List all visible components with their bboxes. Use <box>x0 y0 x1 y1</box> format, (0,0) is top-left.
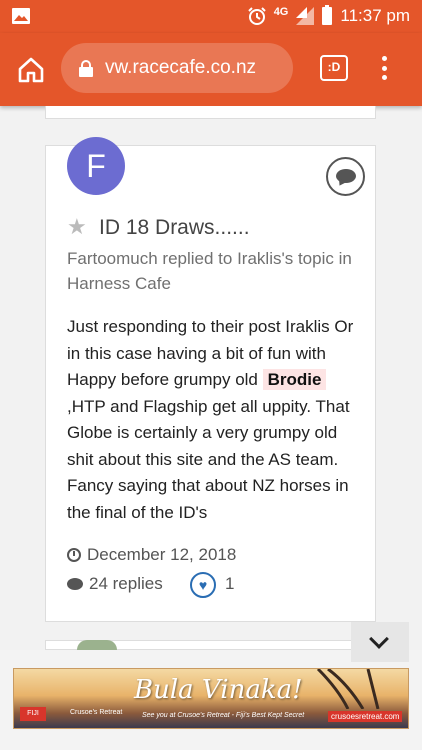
ad-headline: Bula Vinaka! <box>134 675 303 705</box>
network-type: 4G <box>273 6 289 18</box>
post-date: December 12, 2018 <box>67 545 236 565</box>
post-body-end: ,HTP and Flagship get all uppity. That G… <box>67 396 350 522</box>
previous-post-card <box>45 106 376 119</box>
image-icon <box>12 8 30 24</box>
avatar[interactable]: F <box>67 137 125 195</box>
palm-tree-icon <box>316 669 380 709</box>
replies-icon <box>67 578 83 590</box>
ad-logo: FIJI <box>20 707 46 721</box>
lock-icon <box>79 59 93 77</box>
battery-icon <box>322 5 333 25</box>
star-icon[interactable]: ★ <box>67 217 89 239</box>
collapse-ad-button[interactable] <box>351 622 409 662</box>
replies-count[interactable]: 24 replies <box>67 574 163 594</box>
post-meta: Fartoomuch replied to Iraklis's topic in… <box>67 249 352 293</box>
post-title[interactable]: ID 18 Draws...... <box>99 216 250 240</box>
browser-toolbar: vw.racecafe.co.nz :D <box>0 33 422 106</box>
post-body: Just responding to their post Iraklis Or… <box>67 314 367 526</box>
status-bar: 4G 11:37 pm <box>0 0 422 33</box>
heart-icon[interactable]: ♥ <box>190 572 216 598</box>
ad-brand: Crusoe's Retreat <box>70 709 123 716</box>
home-icon[interactable] <box>16 55 46 85</box>
alarm-icon <box>247 7 266 25</box>
address-bar[interactable]: vw.racecafe.co.nz <box>61 43 293 93</box>
mention-highlight[interactable]: Brodie <box>262 369 327 390</box>
next-avatar <box>77 640 117 650</box>
replies-text[interactable]: 24 replies <box>89 574 163 594</box>
ad-banner[interactable]: Bula Vinaka! FIJI Crusoe's Retreat See y… <box>13 668 409 729</box>
tab-switcher-button[interactable]: :D <box>320 55 348 81</box>
signal-icon <box>296 7 315 25</box>
ad-url: crusoesretreat.com <box>328 711 403 722</box>
post-date-text: December 12, 2018 <box>87 545 237 564</box>
clock-icon <box>67 548 81 562</box>
like-count: 1 <box>225 574 235 593</box>
clock-time: 11:37 pm <box>340 6 410 25</box>
comment-icon[interactable] <box>326 157 365 196</box>
ad-tagline: See you at Crusoe's Retreat - Fiji's Bes… <box>142 712 305 719</box>
overflow-menu-icon[interactable] <box>376 53 392 83</box>
url-text[interactable]: vw.racecafe.co.nz <box>105 57 256 79</box>
chevron-down-icon <box>369 629 389 649</box>
